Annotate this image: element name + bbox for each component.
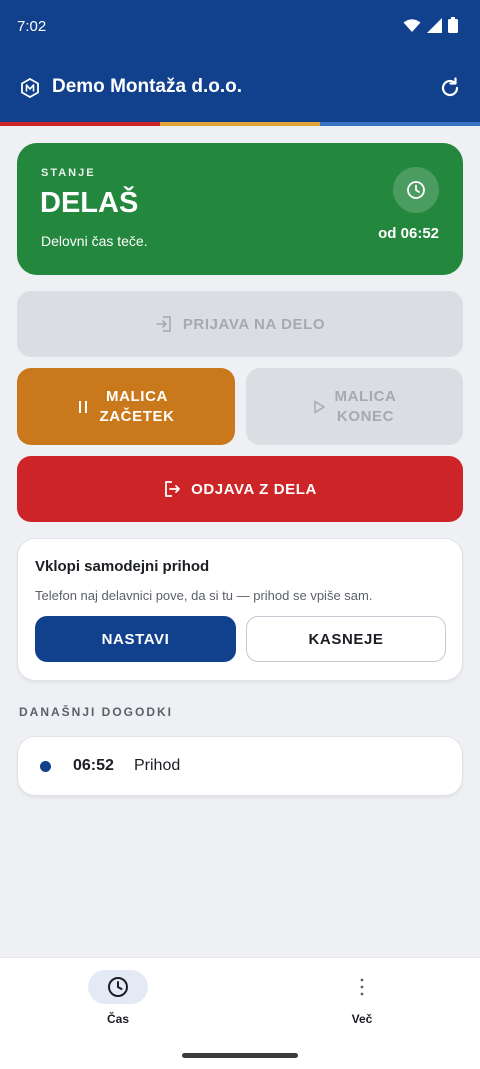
lunch-start-button[interactable]: MALICA ZAČETEK <box>17 368 235 445</box>
check-out-label: ODJAVA Z DELA <box>191 480 317 498</box>
login-icon <box>156 316 171 332</box>
logout-icon <box>165 481 180 497</box>
nav-item-time[interactable]: Čas <box>58 970 178 1026</box>
check-in-button[interactable]: PRIJAVA NA DELO <box>17 291 463 357</box>
lunch-end-label: MALICA KONEC <box>334 387 397 425</box>
status-clock-badge <box>393 167 439 213</box>
clock-icon <box>407 181 425 199</box>
play-icon <box>313 400 325 413</box>
nav-active-indicator <box>88 970 148 1004</box>
list-item: 06:52 Prihod <box>17 736 463 796</box>
status-icons <box>403 17 458 33</box>
nav-label: Več <box>351 1012 373 1026</box>
battery-icon <box>448 17 458 33</box>
todays-events-title: DANAŠNJI DOGODKI <box>19 705 174 719</box>
pause-icon <box>79 400 88 413</box>
top-app-bar: 7:02 Demo Montaža d.o.o. <box>0 0 480 126</box>
more-vertical-icon <box>360 978 364 996</box>
nav-icon-wrap <box>332 970 392 1004</box>
status-since-time: od 06:52 <box>378 225 439 242</box>
company-name: Demo Montaža d.o.o. <box>52 76 242 97</box>
status-description: Delovni čas teče. <box>41 233 148 249</box>
event-label: Prihod <box>134 757 181 774</box>
status-bar: 7:02 <box>0 0 480 54</box>
status-time: 7:02 <box>17 18 47 35</box>
app-bar: Demo Montaža d.o.o. <box>0 54 480 122</box>
status-value: DELAŠ <box>40 187 139 219</box>
signal-icon <box>427 17 442 33</box>
auto-checkin-description: Telefon naj delavnici pove, da si tu — p… <box>35 588 373 603</box>
lunch-end-button[interactable]: MALICA KONEC <box>246 368 463 445</box>
wifi-icon <box>403 18 421 32</box>
auto-checkin-title: Vklopi samodejni prihod <box>35 558 210 575</box>
event-time: 06:52 <box>73 757 114 774</box>
work-status-card: STANJE DELAŠ Delovni čas teče. od 06:52 <box>17 143 463 275</box>
check-in-label: PRIJAVA NA DELO <box>182 315 326 333</box>
status-label: STANJE <box>41 167 96 179</box>
auto-checkin-card: Vklopi samodejni prihod Telefon naj dela… <box>17 538 463 681</box>
setup-button[interactable]: NASTAVI <box>35 616 236 662</box>
event-dot-icon <box>40 761 51 772</box>
lunch-start-label: MALICA ZAČETEK <box>99 387 175 425</box>
later-button[interactable]: KASNEJE <box>246 616 446 662</box>
home-indicator[interactable] <box>182 1053 298 1058</box>
refresh-icon[interactable] <box>438 76 462 100</box>
brand-accent-strip <box>0 122 480 126</box>
company-logo-icon <box>21 78 39 98</box>
nav-item-more[interactable]: Več <box>302 970 422 1026</box>
check-out-button[interactable]: ODJAVA Z DELA <box>17 456 463 522</box>
nav-label: Čas <box>106 1012 129 1026</box>
clock-icon <box>108 977 128 997</box>
